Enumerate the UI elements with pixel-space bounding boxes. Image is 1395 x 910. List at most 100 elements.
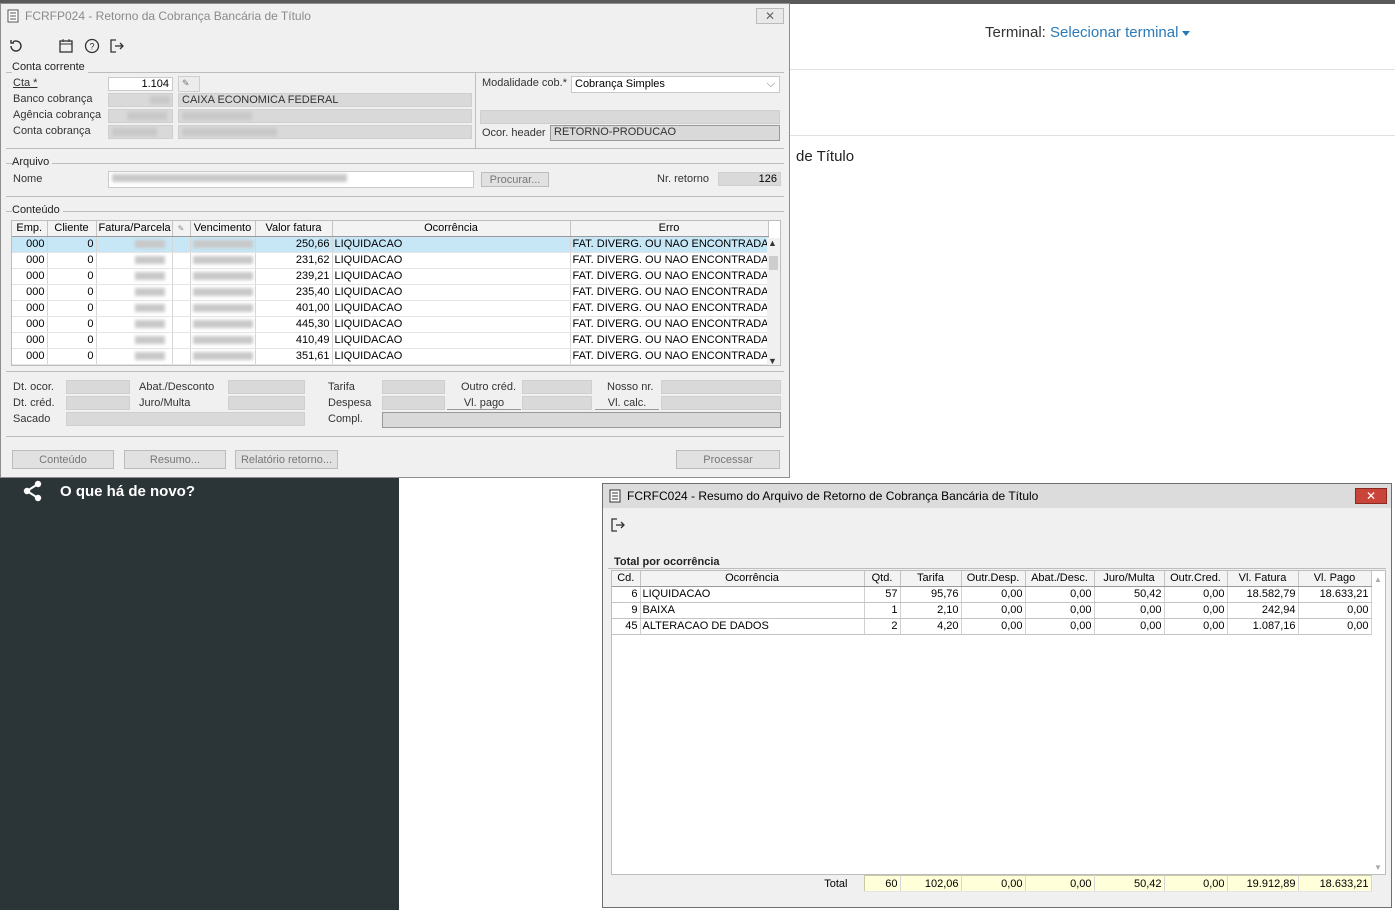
arquivo-group-line — [6, 163, 784, 164]
exit-icon[interactable] — [610, 517, 626, 533]
table-row[interactable]: 000 0 410,49 LIQUIDACAO FAT. DIVERG. OU … — [12, 332, 769, 349]
calendar-icon[interactable] — [58, 38, 74, 54]
select-terminal-link[interactable]: Selecionar terminal — [1050, 24, 1178, 41]
modalidade-select[interactable]: Cobrança Simples ⌵ — [571, 76, 780, 93]
close-button[interactable]: ✕ — [1355, 488, 1387, 504]
cta-lookup-button[interactable]: ✎ — [178, 76, 200, 92]
table-row[interactable]: 000 0 401,00 LIQUIDACAO FAT. DIVERG. OU … — [12, 300, 769, 317]
cell-fatura — [96, 236, 173, 253]
agencia-code-redacted — [127, 112, 167, 121]
dt-cred-field — [66, 396, 130, 410]
close-icon: ✕ — [1365, 489, 1377, 503]
cell-ocorrencia: LIQUIDACAO — [332, 348, 571, 365]
conta-code-redacted — [112, 128, 157, 137]
sacado-field — [66, 412, 305, 426]
col-outr-cred[interactable]: Outr.Cred. — [1164, 571, 1228, 587]
cell-emp: 000 — [12, 348, 48, 365]
cell-erro: FAT. DIVERG. OU NAO ENCONTRADA — [570, 332, 769, 349]
vl-pago-label: Vl. pago — [447, 397, 521, 410]
cta-input[interactable]: 1.104 — [108, 77, 173, 91]
whats-new-item[interactable]: O que há de novo? — [22, 480, 195, 502]
table-row[interactable]: 000 0 351,61 LIQUIDACAO FAT. DIVERG. OU … — [12, 348, 769, 365]
ocor-header-label: Ocor. header — [482, 127, 546, 139]
banco-code-field — [108, 93, 173, 107]
table-row[interactable]: 000 0 239,21 LIQUIDACAO FAT. DIVERG. OU … — [12, 268, 769, 285]
table-row[interactable]: 9 BAIXA 1 2,10 0,00 0,00 0,00 0,00 242,9… — [612, 602, 1372, 619]
col-valor[interactable]: Valor fatura — [255, 221, 333, 237]
cell-valor: 410,49 — [255, 332, 333, 349]
processar-button[interactable]: Processar — [676, 450, 780, 469]
scroll-down-icon[interactable]: ▼ — [1374, 863, 1382, 872]
col-abat[interactable]: Abat./Desc. — [1025, 571, 1095, 587]
fatura-redacted — [134, 304, 165, 313]
help-icon[interactable]: ? — [84, 38, 100, 54]
cell-valor: 250,66 — [255, 236, 333, 253]
cell-valor: 351,61 — [255, 348, 333, 365]
nome-input[interactable] — [108, 171, 474, 188]
despesa-label: Despesa — [328, 397, 372, 409]
cell-fatura — [96, 252, 173, 269]
cell-abat: 0,00 — [1025, 602, 1095, 619]
conteudo-scrollbar[interactable]: ▲ ▼ — [767, 238, 780, 365]
fatura-redacted — [134, 336, 165, 345]
conteudo-group-line — [6, 211, 784, 212]
table-row[interactable]: 000 0 231,62 LIQUIDACAO FAT. DIVERG. OU … — [12, 252, 769, 269]
cell-ocorrencia: BAIXA — [640, 602, 865, 619]
table-row[interactable]: 000 0 250,66 LIQUIDACAO FAT. DIVERG. OU … — [12, 236, 769, 253]
tarifa-field — [382, 380, 445, 394]
col-edit[interactable]: ✎ — [172, 221, 191, 237]
lookup-icon: ✎ — [182, 78, 190, 88]
fatura-redacted — [134, 256, 165, 265]
exit-icon[interactable] — [109, 38, 125, 54]
cell-vl-fatura: 242,94 — [1227, 602, 1299, 619]
total-row: Total 60 102,06 0,00 0,00 50,42 0,00 19.… — [612, 875, 1372, 892]
juro-label: Juro/Multa — [139, 397, 191, 409]
caret-down-icon[interactable] — [1182, 30, 1191, 36]
col-outr-desp[interactable]: Outr.Desp. — [961, 571, 1026, 587]
table-row[interactable]: 000 0 445,30 LIQUIDACAO FAT. DIVERG. OU … — [12, 316, 769, 333]
fatura-redacted — [134, 320, 165, 329]
agencia-name-field — [178, 109, 472, 123]
extra-field — [480, 110, 780, 124]
total-qtd: 60 — [863, 875, 901, 892]
col-vencimento[interactable]: Vencimento — [190, 221, 256, 237]
col-vl-fatura[interactable]: Vl. Fatura — [1227, 571, 1299, 587]
table-row[interactable]: 000 0 235,40 LIQUIDACAO FAT. DIVERG. OU … — [12, 284, 769, 301]
col-ocorrencia[interactable]: Ocorrência — [640, 571, 865, 587]
cell-juro: 50,42 — [1094, 586, 1165, 603]
table-row[interactable]: 6 LIQUIDACAO 57 95,76 0,00 0,00 50,42 0,… — [612, 586, 1372, 603]
cta-label: Cta * — [13, 77, 38, 89]
col-fatura[interactable]: Fatura/Parcela — [96, 221, 173, 237]
procurar-button[interactable]: Procurar... — [481, 172, 549, 187]
summary-scrollbar[interactable]: ▲ ▼ — [1372, 571, 1385, 874]
relatorio-button[interactable]: Relatório retorno... — [235, 450, 338, 469]
conteudo-button[interactable]: Conteúdo — [12, 450, 114, 469]
edit-icon: ✎ — [177, 224, 185, 234]
col-cd[interactable]: Cd. — [612, 571, 641, 587]
col-qtd[interactable]: Qtd. — [864, 571, 901, 587]
close-button[interactable]: ✕ — [756, 8, 784, 24]
dt-ocor-field — [66, 380, 130, 394]
col-vl-pago[interactable]: Vl. Pago — [1298, 571, 1372, 587]
col-emp[interactable]: Emp. — [12, 221, 48, 237]
cell-ocorrencia: LIQUIDACAO — [332, 332, 571, 349]
cell-cliente: 0 — [47, 284, 97, 301]
scroll-thumb[interactable] — [769, 256, 778, 270]
cell-erro: FAT. DIVERG. OU NAO ENCONTRADA — [570, 284, 769, 301]
vencimento-redacted — [192, 336, 253, 345]
scroll-up-icon[interactable]: ▲ — [1374, 575, 1382, 584]
col-tarifa[interactable]: Tarifa — [900, 571, 962, 587]
resumo-button[interactable]: Resumo... — [124, 450, 226, 469]
cell-emp: 000 — [12, 252, 48, 269]
col-erro[interactable]: Erro — [570, 221, 769, 237]
col-ocorrencia[interactable]: Ocorrência — [332, 221, 571, 237]
col-cliente[interactable]: Cliente — [47, 221, 97, 237]
scroll-down-icon[interactable]: ▼ — [768, 356, 777, 365]
abat-label: Abat./Desconto — [139, 381, 215, 393]
table-row[interactable]: 45 ALTERACAO DE DADOS 2 4,20 0,00 0,00 0… — [612, 618, 1372, 635]
scroll-up-icon[interactable]: ▲ — [768, 238, 777, 248]
summary-table: Cd. Ocorrência Qtd. Tarifa Outr.Desp. Ab… — [612, 571, 1372, 635]
col-juro[interactable]: Juro/Multa — [1094, 571, 1165, 587]
cell-vencimento — [190, 236, 256, 253]
refresh-icon[interactable] — [8, 38, 24, 54]
